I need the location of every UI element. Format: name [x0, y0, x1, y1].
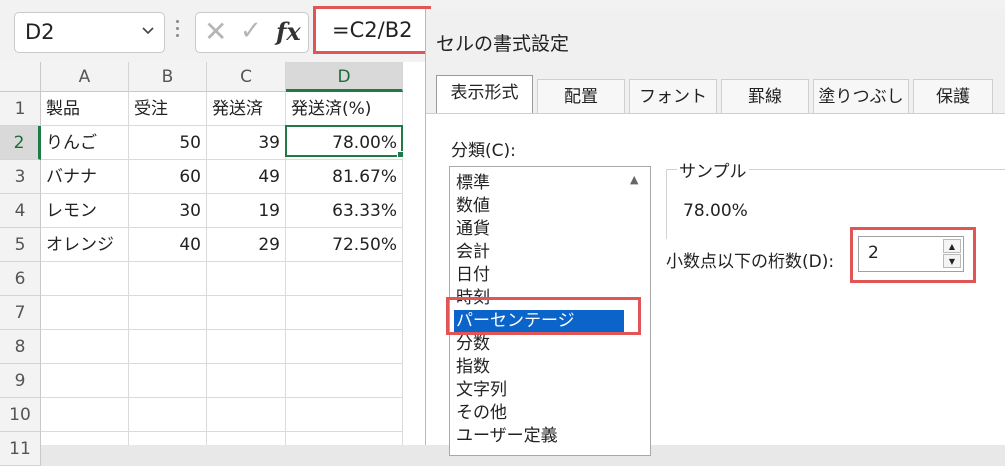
spreadsheet-grid: A B C D 1 2 3 4 5 6 7 8 9 10 11 製品 受注 発送… [0, 62, 425, 466]
cell-b4[interactable]: 30 [129, 194, 207, 228]
name-box-value: D2 [25, 20, 55, 44]
tab-number-format[interactable]: 表示形式 [436, 75, 533, 113]
cell-c4[interactable]: 19 [207, 194, 286, 228]
cell-b5[interactable]: 40 [129, 228, 207, 262]
decimal-places-label: 小数点以下の桁数(D): [666, 252, 835, 272]
cell-a2[interactable]: りんご [41, 126, 129, 160]
cell-a4[interactable]: レモン [41, 194, 129, 228]
more-options-icon[interactable] [176, 20, 180, 40]
row-header[interactable]: 7 [0, 296, 41, 330]
cell-b2[interactable]: 50 [129, 126, 207, 160]
column-header-b[interactable]: B [129, 62, 207, 92]
row-header[interactable]: 9 [0, 364, 41, 398]
decrement-icon[interactable]: ▼ [943, 254, 961, 268]
tab-alignment[interactable]: 配置 [537, 79, 625, 113]
row-header[interactable]: 2 [0, 126, 41, 160]
list-item[interactable]: 標準 [454, 172, 624, 195]
spin-buttons: ▲ ▼ [943, 239, 961, 269]
select-all-corner[interactable] [0, 62, 41, 92]
cell-a5[interactable]: オレンジ [41, 228, 129, 262]
tab-font[interactable]: フォント [629, 79, 717, 113]
cell-b3[interactable]: 60 [129, 160, 207, 194]
row-header[interactable]: 8 [0, 330, 41, 364]
list-item[interactable]: 日付 [454, 264, 624, 287]
cell-d4[interactable]: 63.33% [286, 194, 403, 228]
column-header-d[interactable]: D [286, 62, 403, 92]
list-item[interactable]: 文字列 [454, 379, 624, 402]
name-box[interactable]: D2 [14, 12, 165, 53]
insert-function-icon[interactable]: fx [276, 17, 301, 46]
formula-buttons: ✕ ✓ fx [195, 12, 309, 53]
decimal-places-value: 2 [868, 243, 879, 263]
cancel-icon[interactable]: ✕ [204, 15, 227, 48]
scroll-up-arrow-icon[interactable]: ▲ [630, 173, 638, 186]
cell-d1[interactable]: 発送済(%) [286, 92, 403, 126]
column-header-a[interactable]: A [41, 62, 129, 92]
row-header[interactable]: 10 [0, 398, 41, 432]
decimal-places-stepper[interactable]: 2 ▲ ▼ [858, 236, 964, 272]
column-header-c[interactable]: C [207, 62, 286, 92]
cell-b1[interactable]: 受注 [129, 92, 207, 126]
cell-d3[interactable]: 81.67% [286, 160, 403, 194]
increment-icon[interactable]: ▲ [943, 239, 961, 253]
active-cell-border [285, 125, 403, 157]
row-header[interactable]: 11 [0, 432, 41, 466]
cell-d5[interactable]: 72.50% [286, 228, 403, 262]
category-highlight-box [446, 297, 641, 335]
list-item[interactable]: 会計 [454, 241, 624, 264]
list-item[interactable]: 分数 [454, 333, 624, 356]
enter-check-icon[interactable]: ✓ [240, 16, 262, 46]
cell-a1[interactable]: 製品 [41, 92, 129, 126]
sample-value: 78.00% [683, 201, 748, 221]
sample-label: サンプル [677, 157, 749, 182]
tab-fill[interactable]: 塗りつぶし [813, 79, 909, 113]
chevron-down-icon[interactable] [141, 23, 155, 41]
row-header[interactable]: 4 [0, 194, 41, 228]
row-header[interactable]: 5 [0, 228, 41, 262]
format-cells-dialog: セルの書式設定 表示形式 配置 フォント 罫線 塗りつぶし 保護 分類(C): … [425, 9, 1005, 456]
dialog-tabs: 表示形式 配置 フォント 罫線 塗りつぶし 保護 [436, 75, 1005, 113]
list-item[interactable]: 通貨 [454, 218, 624, 241]
list-item[interactable]: 指数 [454, 356, 624, 379]
formula-text: =C2/B2 [332, 18, 413, 42]
formula-input[interactable]: =C2/B2 [313, 6, 431, 54]
tab-panel: 分類(C): 標準 数値 通貨 会計 日付 時刻 パーセンテージ 分数 指数 文… [426, 113, 1005, 456]
list-item[interactable]: その他 [454, 402, 624, 425]
list-item[interactable]: 数値 [454, 195, 624, 218]
tab-border[interactable]: 罫線 [721, 79, 809, 113]
cell-c1[interactable]: 発送済 [207, 92, 286, 126]
row-header[interactable]: 1 [0, 92, 41, 126]
empty-grid[interactable] [41, 262, 403, 445]
cell-c3[interactable]: 49 [207, 160, 286, 194]
tab-protection[interactable]: 保護 [913, 79, 993, 113]
row-header[interactable]: 3 [0, 160, 41, 194]
dialog-title: セルの書式設定 [436, 33, 570, 55]
cell-c2[interactable]: 39 [207, 126, 286, 160]
cell-c5[interactable]: 29 [207, 228, 286, 262]
category-label: 分類(C): [451, 141, 516, 161]
row-header[interactable]: 6 [0, 262, 41, 296]
cell-a3[interactable]: バナナ [41, 160, 129, 194]
fill-handle[interactable] [397, 151, 404, 158]
